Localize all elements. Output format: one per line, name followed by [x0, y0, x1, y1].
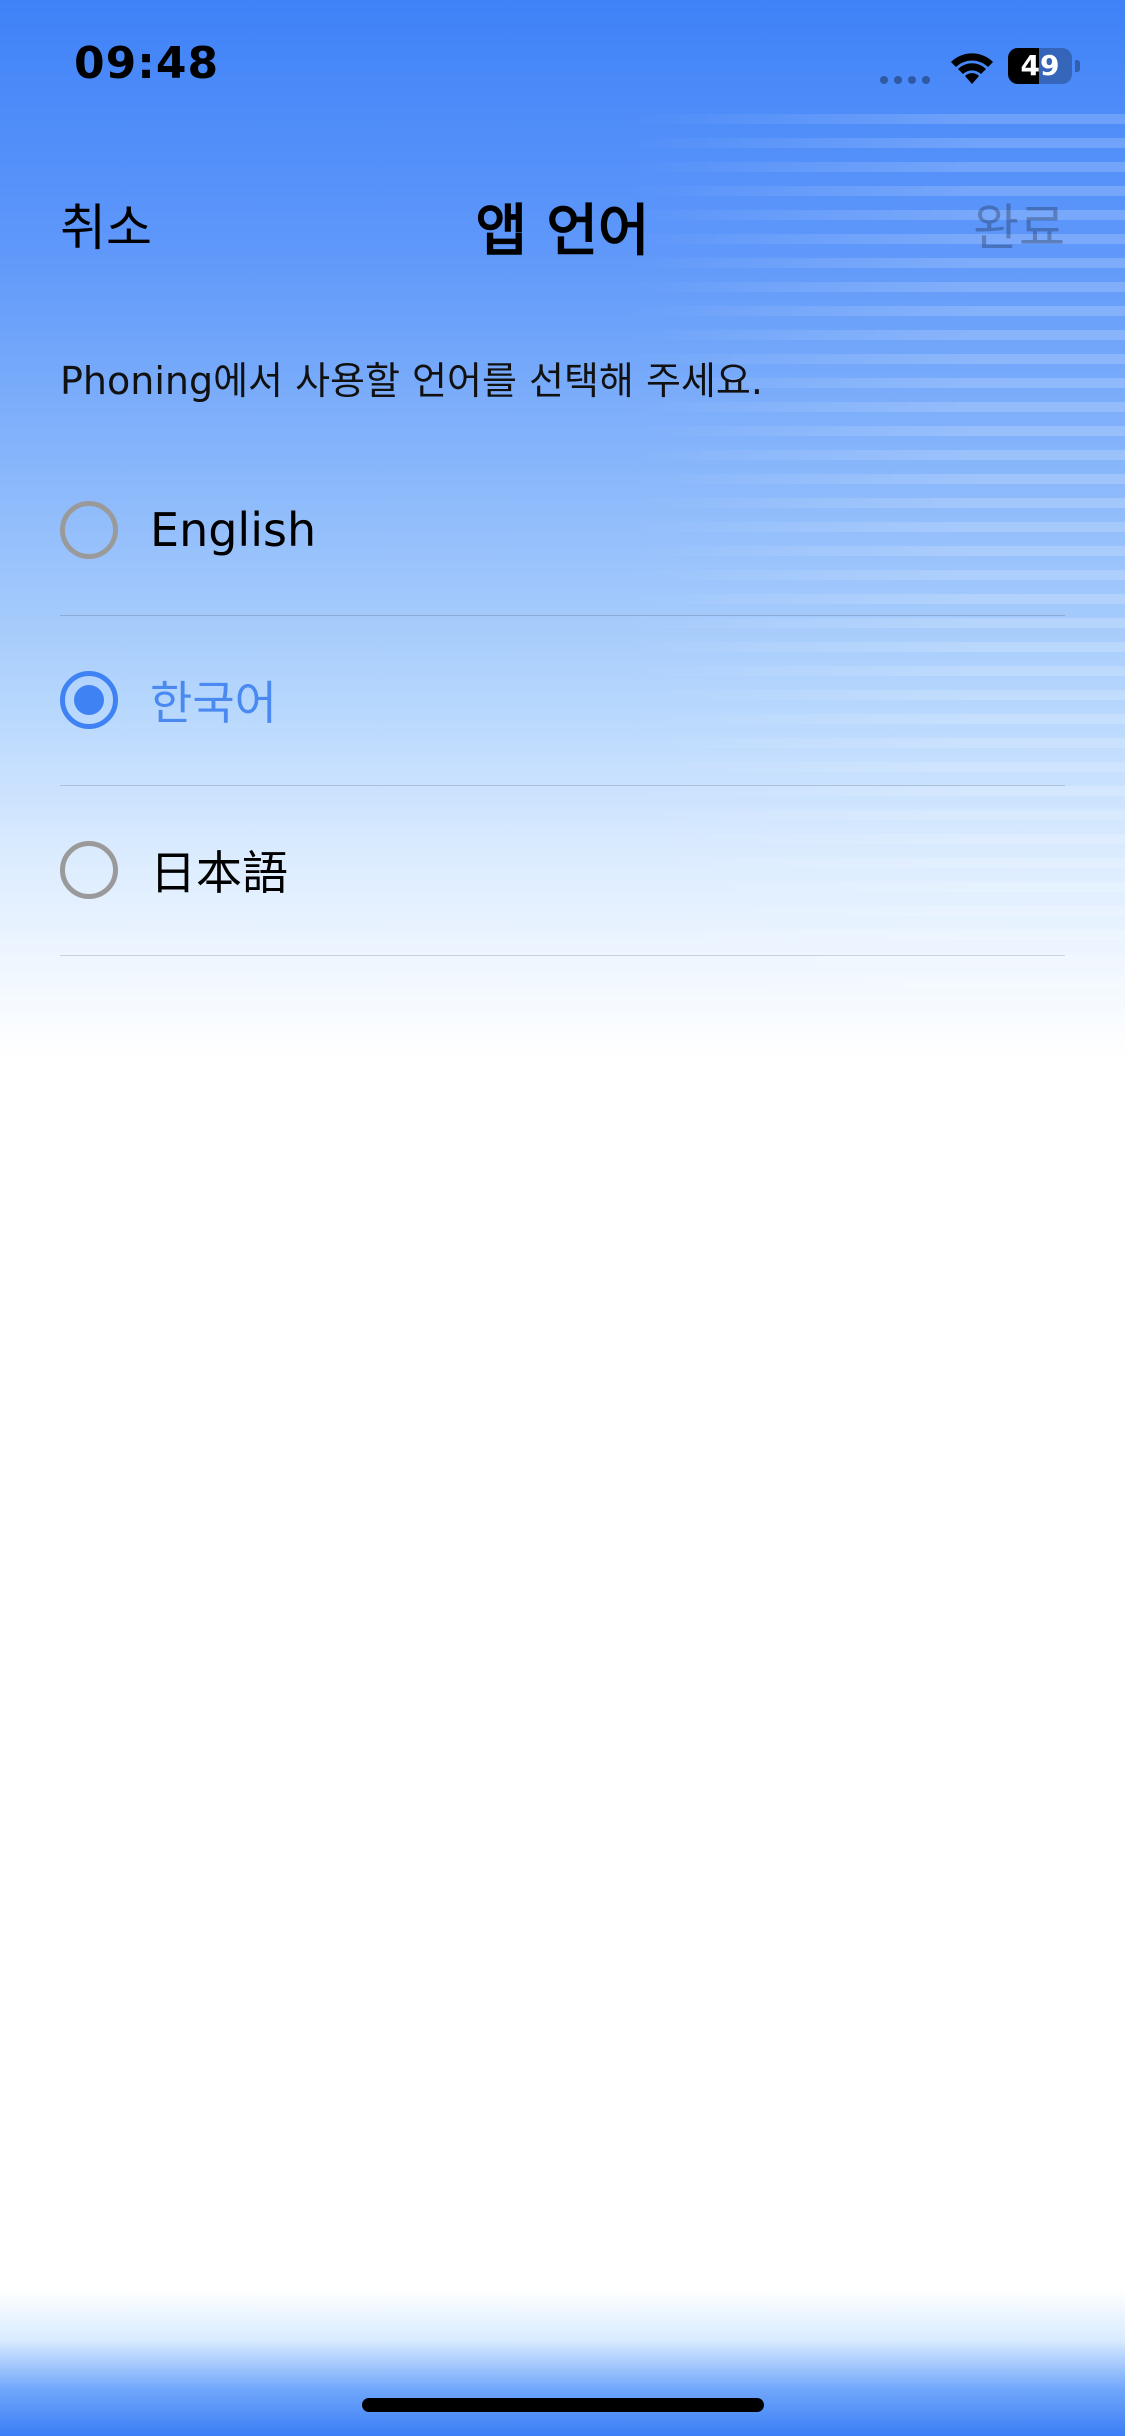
- battery-level: 49: [1020, 49, 1060, 82]
- language-option-korean[interactable]: 한국어: [60, 615, 1065, 786]
- page-title: 앱 언어: [475, 199, 650, 264]
- done-button[interactable]: 완료: [973, 188, 1065, 260]
- battery-tip: [1075, 60, 1080, 72]
- language-label: 한국어: [150, 676, 277, 730]
- battery-icon: 49: [1008, 48, 1072, 84]
- signal-icon: [880, 76, 930, 84]
- radio-button[interactable]: [60, 841, 118, 899]
- radio-button[interactable]: [60, 671, 118, 729]
- radio-button[interactable]: [60, 501, 118, 559]
- language-label: 日本語: [150, 846, 288, 900]
- home-indicator[interactable]: [362, 2398, 764, 2412]
- description-text: Phoning에서 사용할 언어를 선택해 주세요.: [60, 359, 763, 403]
- status-time: 09:48: [74, 38, 220, 89]
- language-option-japanese[interactable]: 日本語: [60, 785, 1065, 956]
- wifi-icon: [951, 53, 993, 84]
- language-option-english[interactable]: English: [60, 445, 1065, 616]
- language-label: English: [150, 503, 317, 557]
